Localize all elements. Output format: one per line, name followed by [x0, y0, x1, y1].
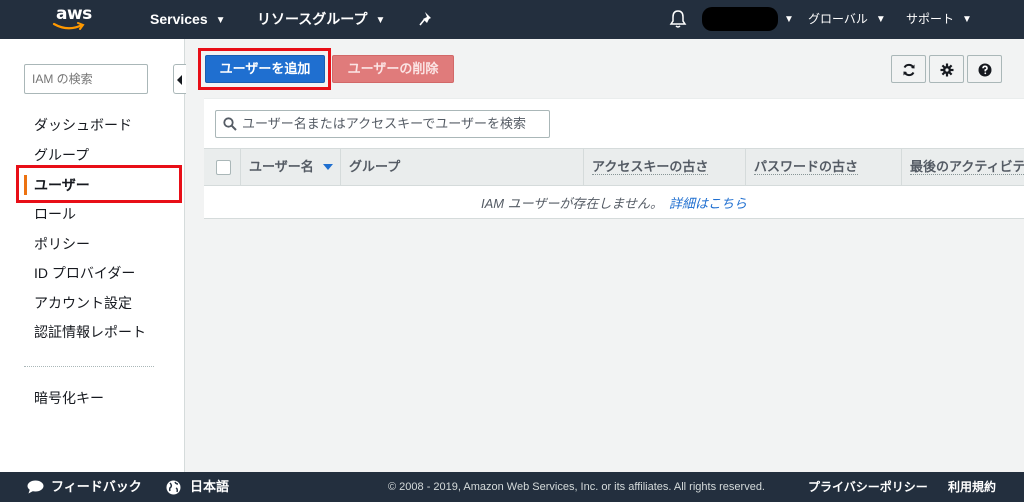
services-label: Services [150, 11, 208, 27]
language-selector[interactable]: 日本語 [166, 472, 229, 502]
refresh-button[interactable] [891, 55, 926, 83]
globe-icon [166, 480, 181, 495]
gear-icon [940, 63, 954, 77]
search-icon [223, 117, 237, 131]
aws-smile-icon [52, 22, 85, 30]
chevron-down-icon: ▼ [784, 14, 794, 25]
support-label: サポート [906, 12, 955, 26]
learn-more-link[interactable]: 詳細はこちら [669, 196, 747, 211]
table-header: ユーザー名 グループ アクセスキーの古さ パスワードの古さ 最後のアクティビティ [204, 148, 1024, 186]
column-label: ユーザー名 [249, 159, 314, 174]
column-last-activity[interactable]: 最後のアクティビティ [901, 149, 1024, 185]
resource-groups-menu[interactable]: リソースグループ ▼ [257, 0, 385, 39]
support-menu[interactable]: サポート ▼ [906, 0, 972, 39]
sidebar-item-roles[interactable]: ロール [34, 204, 76, 224]
chevron-down-icon: ▼ [375, 15, 386, 26]
sidebar-item-dashboard[interactable]: ダッシュボード [34, 115, 132, 135]
bell-icon[interactable] [669, 9, 687, 29]
sidebar-item-identity-providers[interactable]: ID プロバイダー [34, 263, 135, 283]
resource-groups-label: リソースグループ [257, 11, 368, 27]
empty-message-text: IAM ユーザーが存在しません。 [480, 196, 664, 211]
settings-button[interactable] [929, 55, 964, 83]
sidebar-item-credential-report[interactable]: 認証情報レポート [34, 322, 146, 342]
chevron-down-icon: ▼ [875, 14, 886, 25]
empty-table-message: IAM ユーザーが存在しません。 詳細はこちら [204, 193, 1024, 212]
highlight-users-nav [16, 165, 182, 203]
column-label: アクセスキーの古さ [592, 159, 709, 175]
account-menu-caret[interactable]: ▼ [776, 0, 794, 39]
sidebar-item-groups[interactable]: グループ [34, 145, 89, 165]
services-menu[interactable]: Services ▼ [150, 0, 226, 39]
sidebar-item-account-settings[interactable]: アカウント設定 [34, 293, 132, 313]
pin-icon[interactable] [418, 10, 436, 28]
sidebar: ダッシュボード グループ ユーザー ロール ポリシー ID プロバイダー アカウ… [0, 39, 186, 472]
aws-logo[interactable]: aws [48, 4, 108, 34]
user-search-placeholder: ユーザー名またはアクセスキーでユーザーを検索 [242, 116, 527, 131]
language-label: 日本語 [190, 479, 230, 494]
users-table-panel: ユーザー名またはアクセスキーでユーザーを検索 ユーザー名 グループ アクセスキー… [204, 98, 1024, 219]
top-navigation-bar: aws Services ▼ リソースグループ ▼ ▼ グローバル ▼ サポート ▼ [0, 0, 1024, 39]
help-button[interactable] [967, 55, 1002, 83]
feedback-link[interactable]: フィードバック [27, 472, 142, 502]
privacy-policy-link[interactable]: プライバシーポリシー [808, 472, 928, 502]
delete-user-button[interactable]: ユーザーの削除 [332, 55, 454, 83]
footer: フィードバック 日本語 © 2008 - 2019, Amazon Web Se… [0, 472, 1024, 502]
sidebar-item-policies[interactable]: ポリシー [34, 234, 90, 254]
column-password-age[interactable]: パスワードの古さ [745, 149, 901, 185]
user-search-input[interactable]: ユーザー名またはアクセスキーでユーザーを検索 [215, 110, 550, 138]
region-label: グローバル [808, 12, 868, 26]
column-access-key-age[interactable]: アクセスキーの古さ [583, 149, 745, 185]
aws-logo-text: aws [56, 4, 92, 24]
column-groups[interactable]: グループ [340, 149, 583, 185]
feedback-label: フィードバック [51, 479, 142, 494]
refresh-icon [903, 63, 915, 77]
sidebar-collapse-toggle[interactable] [173, 64, 186, 94]
column-label: パスワードの古さ [754, 159, 859, 175]
sidebar-item-encryption-keys[interactable]: 暗号化キー [34, 388, 104, 408]
help-icon [978, 63, 992, 77]
region-menu[interactable]: グローバル ▼ [808, 0, 886, 39]
chevron-down-icon: ▼ [962, 14, 972, 25]
chevron-down-icon: ▼ [215, 15, 226, 26]
account-name-redacted[interactable] [702, 7, 778, 31]
column-label: グループ [349, 159, 401, 174]
copyright-text: © 2008 - 2019, Amazon Web Services, Inc.… [388, 481, 765, 493]
terms-of-use-link[interactable]: 利用規約 [948, 472, 996, 502]
select-all-checkbox[interactable] [216, 160, 231, 175]
column-user-name[interactable]: ユーザー名 [240, 149, 340, 185]
sort-descending-icon [322, 164, 333, 170]
column-label: 最後のアクティビティ [910, 159, 1024, 175]
sidebar-divider [24, 366, 154, 367]
iam-search-input[interactable] [24, 64, 148, 94]
speech-bubble-icon [27, 480, 44, 494]
highlight-add-user-button [198, 48, 331, 90]
